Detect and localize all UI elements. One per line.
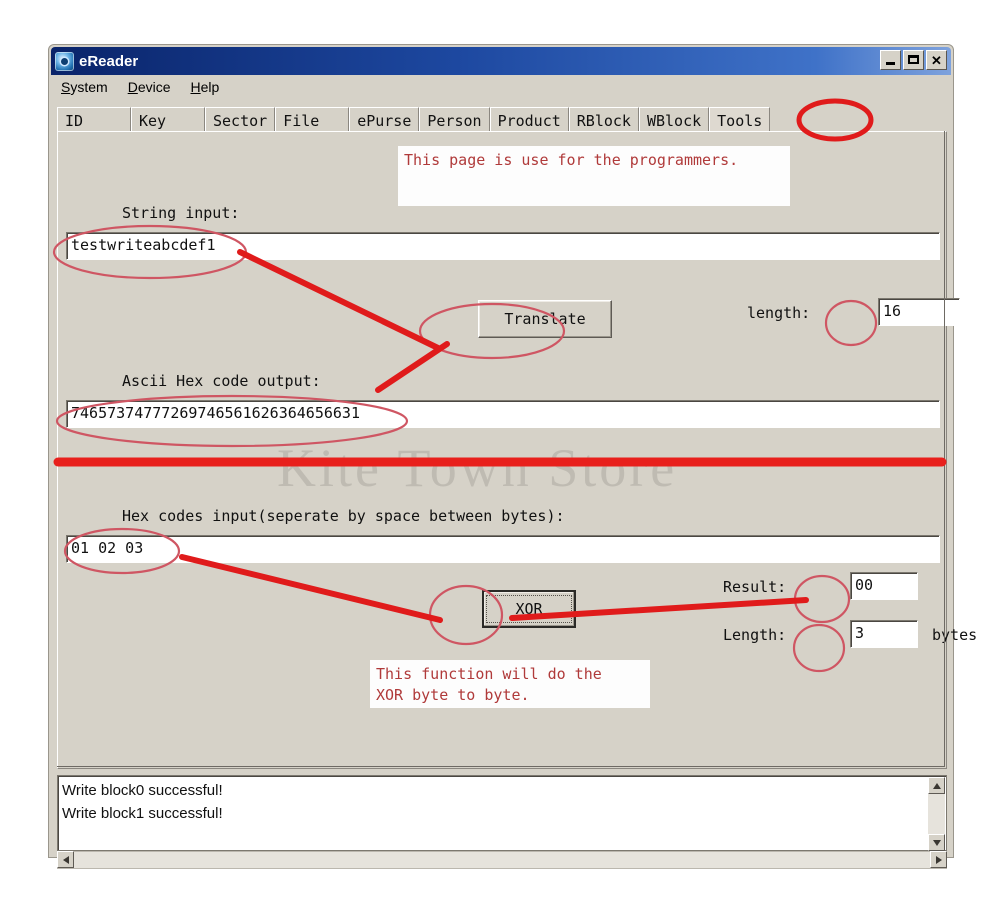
menu-item-help[interactable]: Help — [187, 77, 230, 97]
scroll-left-button[interactable] — [57, 851, 74, 868]
result-label: Result: — [723, 578, 787, 596]
close-button[interactable]: ✕ — [926, 50, 947, 70]
menu-item-system[interactable]: System — [57, 77, 118, 97]
menu-item-device[interactable]: Device — [124, 77, 181, 97]
window-controls: ✕ — [880, 50, 947, 70]
tab-tools[interactable]: Tools — [709, 107, 771, 133]
scroll-right-button[interactable] — [930, 851, 947, 868]
scroll-up-button[interactable] — [928, 777, 945, 794]
window-title: eReader — [79, 52, 139, 70]
menu-item-device-label: evice — [137, 78, 171, 95]
ascii-hex-output-field[interactable]: 74657374777269746561626364656631 — [66, 400, 940, 428]
ascii-hex-output-label: Ascii Hex code output: — [122, 372, 321, 390]
window-titlebar: eReader ✕ — [51, 47, 951, 75]
length-label: length: — [747, 304, 811, 322]
translate-button[interactable]: Translate — [478, 300, 612, 338]
minimize-button[interactable] — [880, 50, 901, 70]
note-bottom: This function will do the XOR byte to by… — [370, 660, 650, 708]
ereader-window: eReader ✕ System Device Help ID Key Sect… — [48, 44, 977, 869]
result-field[interactable]: 00 — [850, 572, 918, 600]
tab-product[interactable]: Product — [489, 107, 569, 133]
tab-key[interactable]: Key — [131, 107, 205, 133]
xor-length-label: Length: — [723, 626, 787, 644]
arrow-left-icon — [62, 855, 69, 864]
arrow-up-icon — [932, 782, 941, 789]
tabstrip: ID Key Sector File ePurse Person Product… — [57, 105, 947, 133]
menu-item-help-label: elp — [200, 78, 220, 95]
string-input-label: String input: — [122, 204, 240, 222]
log-output-pane[interactable]: Write block0 successful! Write block1 su… — [57, 775, 947, 851]
hex-codes-input-label: Hex codes input(seperate by space betwee… — [122, 507, 565, 525]
menubar: System Device Help — [51, 75, 951, 98]
log-vertical-scrollbar[interactable] — [928, 777, 945, 851]
xor-length-field[interactable]: 3 — [850, 620, 918, 648]
xor-button-label: XOR — [486, 595, 572, 623]
menu-item-system-label: ystem — [70, 78, 108, 95]
scroll-down-button[interactable] — [928, 834, 945, 851]
tab-id[interactable]: ID — [57, 107, 131, 133]
tab-sector[interactable]: Sector — [205, 107, 276, 133]
hex-codes-input-field[interactable]: 01 02 03 — [66, 535, 940, 563]
tools-tab-page: This page is use for the programmers. St… — [57, 131, 977, 769]
app-globe-icon — [55, 51, 74, 71]
screenshot-root: eReader ✕ System Device Help ID Key Sect… — [0, 0, 1000, 907]
xor-button[interactable]: XOR — [482, 590, 576, 628]
length-field[interactable]: 16 — [878, 298, 960, 326]
log-horizontal-scrollbar[interactable] — [57, 851, 947, 869]
note-top: This page is use for the programmers. — [398, 146, 790, 206]
tab-epurse[interactable]: ePurse — [349, 107, 420, 133]
maximize-button[interactable] — [903, 50, 924, 70]
log-output-text: Write block0 successful! Write block1 su… — [62, 782, 223, 822]
arrow-right-icon — [935, 855, 942, 864]
string-input-field[interactable]: testwriteabcdef1 — [66, 232, 940, 260]
tab-wblock[interactable]: WBlock — [638, 107, 710, 133]
arrow-down-icon — [932, 839, 941, 846]
bytes-unit-label: bytes — [932, 626, 978, 644]
tab-rblock[interactable]: RBlock — [568, 107, 639, 133]
tab-file[interactable]: File — [275, 107, 350, 133]
tab-person[interactable]: Person — [419, 107, 490, 133]
